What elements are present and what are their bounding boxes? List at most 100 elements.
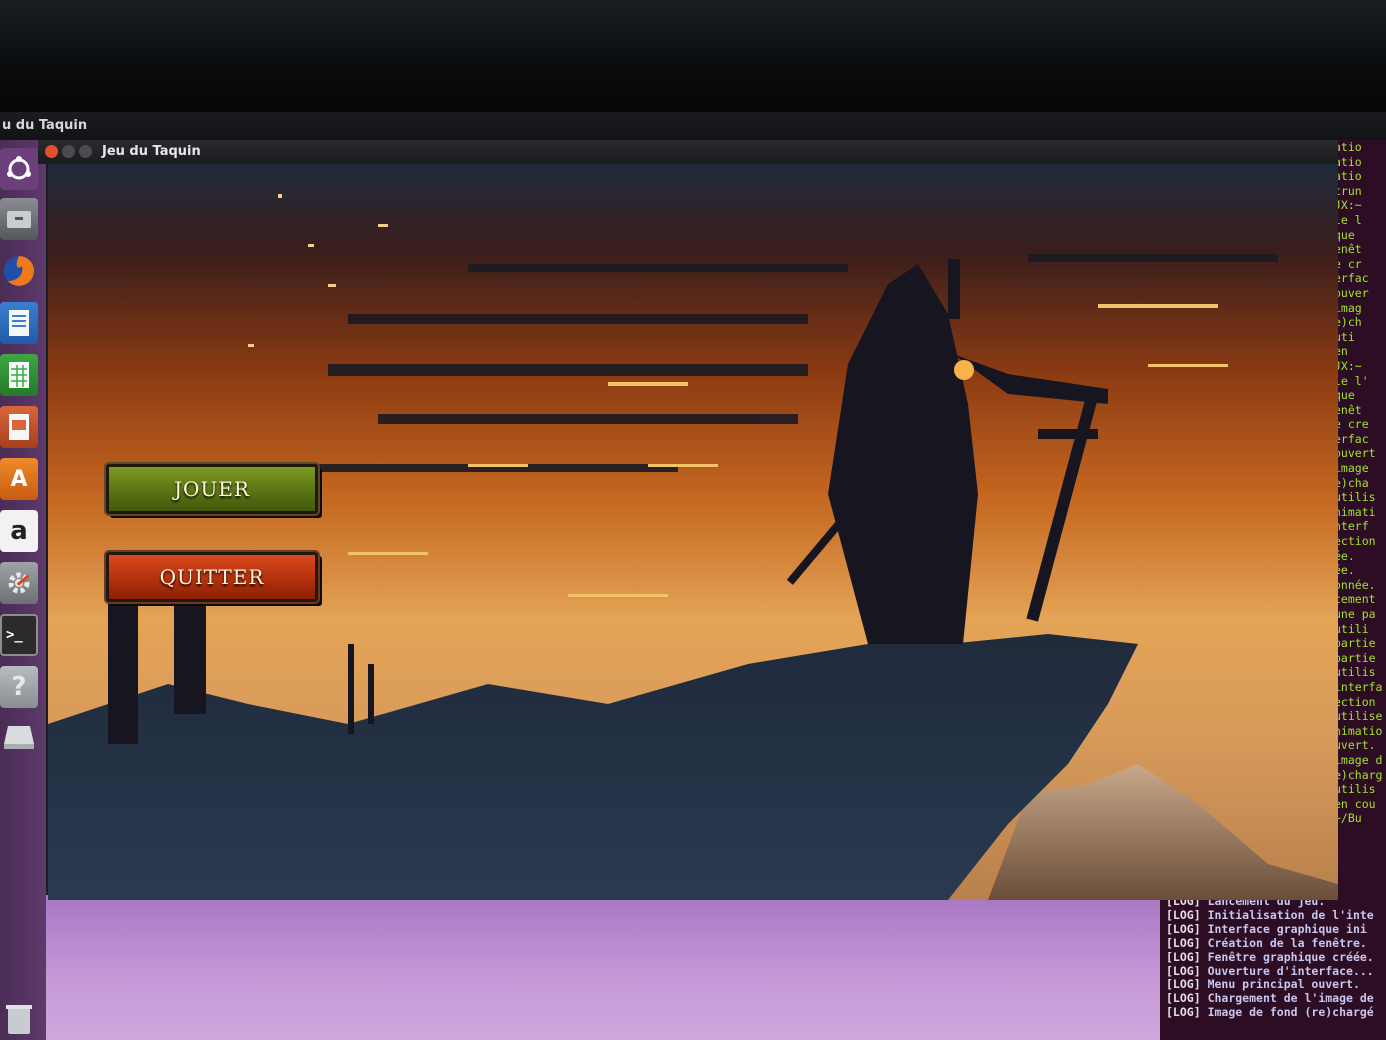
terminal-line: nterf — [1334, 519, 1369, 534]
log-line: [LOG] Interface graphique ini — [1160, 921, 1386, 937]
terminal-line: nimatio — [1334, 723, 1383, 738]
terminal-line: erfac — [1334, 431, 1369, 446]
terminal-line: JX:~ — [1334, 198, 1362, 213]
game-window: Jeu du Taquin JOUER QUITTER — [38, 140, 1338, 900]
log-line: [LOG] Initialisation de l'inte — [1160, 907, 1386, 923]
terminal-line: ée. — [1334, 548, 1355, 563]
terminal-line: ection — [1334, 694, 1376, 709]
log-message: Ouverture d'interface... — [1207, 963, 1374, 978]
log-tag: [LOG] — [1166, 1005, 1201, 1020]
log-tag: [LOG] — [1166, 907, 1201, 922]
log-tag: [LOG] — [1166, 949, 1201, 964]
terminal-line: ouvert — [1334, 446, 1376, 461]
log-message: Menu principal ouvert. — [1207, 977, 1360, 992]
terminal-line: enêt — [1334, 402, 1362, 417]
log-tag: [LOG] — [1166, 977, 1201, 992]
log-tag: [LOG] — [1166, 921, 1201, 936]
window-title: Jeu du Taquin — [102, 144, 201, 159]
system-settings-icon[interactable] — [0, 562, 38, 604]
drive-icon[interactable] — [0, 716, 38, 758]
terminal-line: ection — [1334, 534, 1376, 549]
log-message: Interface graphique ini — [1207, 921, 1367, 936]
terminal-line: onnée. — [1334, 577, 1376, 592]
terminal-icon[interactable]: >_ — [0, 614, 38, 656]
software-center-icon[interactable]: A — [0, 458, 38, 500]
background-illustration — [48, 164, 1338, 900]
terminal-line: image d — [1334, 752, 1383, 767]
log-line: [LOG] Menu principal ouvert. — [1160, 977, 1386, 992]
terminal-line: image — [1334, 461, 1369, 476]
terminal-line: enêt — [1334, 242, 1362, 257]
game-canvas: JOUER QUITTER — [48, 164, 1338, 900]
terminal-line: uvert. — [1334, 738, 1376, 753]
maximize-window-button[interactable] — [79, 145, 92, 158]
log-line: [LOG] Chargement de l'image de — [1160, 991, 1386, 1006]
terminal-line: utili — [1334, 621, 1369, 636]
log-line: [LOG] Ouverture d'interface... — [1160, 963, 1386, 979]
terminal-window-bottom: [LOG] Lancement du jeu. [LOG] Initialisat… — [1160, 895, 1386, 1040]
terminal-line: imag — [1334, 300, 1362, 315]
quit-button[interactable]: QUITTER — [106, 552, 318, 602]
terminal-line: utilise — [1334, 709, 1383, 724]
log-message: Chargement de l'image de — [1207, 991, 1374, 1006]
terminal-line: ouver — [1334, 285, 1369, 300]
terminal-line: JX:~ — [1334, 358, 1362, 373]
terminal-line: e)charg — [1334, 767, 1383, 782]
minimize-window-button[interactable] — [62, 145, 75, 158]
window-titlebar[interactable]: Jeu du Taquin — [38, 140, 1338, 164]
terminal-line: le l — [1334, 212, 1362, 227]
terminal-line: en cou — [1334, 796, 1376, 811]
terminal-line: ée. — [1334, 563, 1355, 578]
help-icon[interactable]: ? — [0, 666, 38, 708]
trash-icon[interactable] — [0, 998, 38, 1040]
terminal-line: atio — [1334, 154, 1362, 169]
play-button[interactable]: JOUER — [106, 464, 318, 514]
terminal-line: interfa — [1334, 679, 1383, 694]
log-message: Fenêtre graphique créée. — [1207, 949, 1374, 964]
terminal-line: e)cha — [1334, 475, 1369, 490]
log-message: Initialisation de l'inte — [1207, 907, 1374, 922]
terminal-line: que — [1334, 227, 1355, 242]
terminal-line: le l' — [1334, 373, 1369, 388]
log-message: Création de la fenêtre. — [1207, 935, 1367, 950]
files-icon[interactable] — [0, 198, 38, 240]
terminal-line: en — [1334, 344, 1348, 359]
terminal-line: uti — [1334, 329, 1355, 344]
log-line: [LOG] Fenêtre graphique créée. — [1160, 949, 1386, 965]
ubuntu-dash-icon[interactable] — [0, 148, 38, 190]
log-line: [LOG] Création de la fenêtre. — [1160, 935, 1386, 951]
firefox-icon[interactable] — [0, 250, 38, 292]
terminal-line: nimati — [1334, 504, 1376, 519]
log-tag: [LOG] — [1166, 991, 1201, 1006]
terminal-line: utilis — [1334, 782, 1376, 797]
terminal-line: erfac — [1334, 271, 1369, 286]
terminal-line: partie — [1334, 636, 1376, 651]
libreoffice-writer-icon[interactable] — [0, 302, 38, 344]
libreoffice-impress-icon[interactable] — [0, 406, 38, 448]
terminal-line: que — [1334, 388, 1355, 403]
terminal-line: atio — [1334, 140, 1362, 154]
monitor-bezel — [0, 0, 1386, 112]
terminal-line: utilis — [1334, 665, 1376, 680]
terminal-line: e cr — [1334, 256, 1362, 271]
close-window-button[interactable] — [45, 145, 58, 158]
terminal-window-right: atio atio atio trun JX:~ le l que enêt e cr erfac… — [1334, 140, 1386, 900]
terminal-line: partie — [1334, 650, 1376, 665]
terminal-line: cement — [1334, 592, 1376, 607]
terminal-line: une pa — [1334, 607, 1376, 621]
terminal-line: e cre — [1334, 417, 1369, 432]
log-message: Image de fond (re)chargé — [1207, 1005, 1374, 1020]
terminal-line: utilis — [1334, 490, 1376, 505]
log-line: [LOG] Image de fond (re)chargé — [1160, 1005, 1386, 1020]
top-panel: u du Taquin — [0, 112, 1386, 140]
log-tag: [LOG] — [1166, 963, 1201, 978]
libreoffice-calc-icon[interactable] — [0, 354, 38, 396]
log-tag: [LOG] — [1166, 935, 1201, 950]
desktop-background — [46, 895, 1166, 1040]
terminal-line: e)ch — [1334, 315, 1362, 330]
terminal-line: trun — [1334, 183, 1362, 198]
amazon-icon[interactable]: a — [0, 510, 38, 552]
active-app-title: u du Taquin — [2, 118, 88, 133]
terminal-line: atio — [1334, 169, 1362, 184]
terminal-line: ~/Bu — [1334, 811, 1362, 826]
